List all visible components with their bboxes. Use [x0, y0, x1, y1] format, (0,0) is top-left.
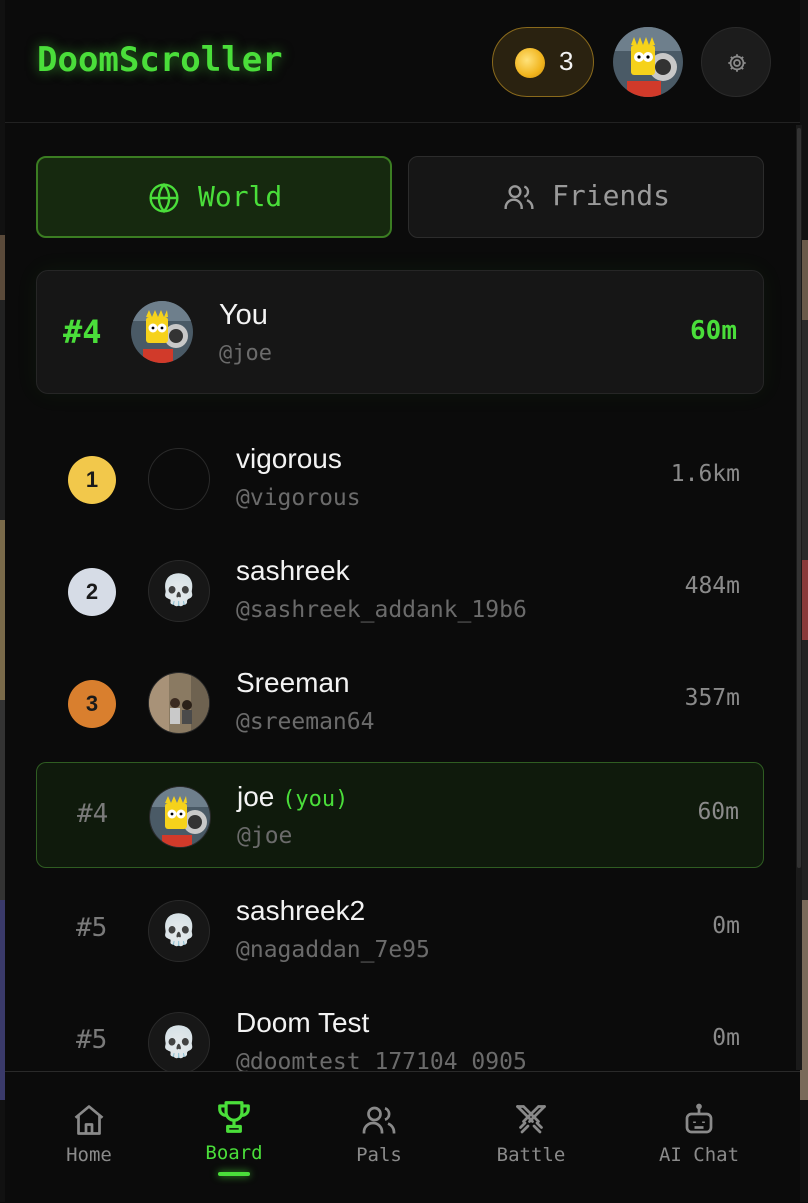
rank-number: #4 — [77, 799, 109, 829]
nav-home-label: Home — [66, 1144, 112, 1166]
nav-board[interactable]: Board — [174, 1098, 294, 1176]
tab-world-label: World — [198, 180, 283, 213]
user-name: sashreek2 — [236, 895, 366, 926]
users-icon — [362, 1106, 396, 1134]
app-header: DoomScroller 3 — [5, 0, 800, 123]
tab-friends[interactable]: Friends — [408, 156, 764, 238]
my-distance: 60m — [690, 316, 737, 346]
settings-button[interactable] — [701, 27, 771, 97]
swords-icon — [516, 1105, 546, 1134]
my-name: You — [219, 299, 268, 331]
skull-avatar: 💀 — [148, 1012, 210, 1074]
my-rank-number: #4 — [63, 313, 102, 351]
active-nav-indicator — [218, 1172, 250, 1176]
photo-avatar — [148, 672, 210, 734]
user-distance: 357m — [684, 685, 740, 711]
user-name: sashreek — [236, 555, 350, 586]
silver-medal-badge: 2 — [68, 568, 116, 616]
coin-count: 3 — [559, 46, 574, 76]
user-handle: @sashreek_addank_19b6 — [236, 597, 527, 623]
nav-ai-chat-label: AI Chat — [658, 1144, 740, 1166]
my-rank-card[interactable]: #4 You @joe 60m — [36, 270, 764, 394]
globe-icon — [149, 182, 179, 214]
nav-battle[interactable]: Battle — [471, 1102, 591, 1166]
nav-pals-label: Pals — [356, 1144, 402, 1166]
you-tag: (you) — [282, 787, 349, 812]
user-name-text: joe — [237, 781, 275, 812]
leaderboard-row[interactable]: #5 💀 sashreek2 @nagaddan_7e95 0m — [36, 877, 764, 983]
tab-friends-label: Friends — [552, 179, 671, 212]
bronze-medal-badge: 3 — [68, 680, 116, 728]
profile-avatar[interactable] — [613, 27, 683, 97]
user-distance: 484m — [684, 573, 740, 599]
my-avatar — [131, 301, 193, 363]
gold-medal-badge: 1 — [68, 456, 116, 504]
users-icon — [504, 185, 534, 209]
nav-ai-chat[interactable]: AI Chat — [639, 1102, 759, 1166]
user-distance: 1.6km — [670, 461, 740, 487]
leaderboard-row[interactable]: 1 vigorous @vigorous 1.6km — [36, 425, 764, 531]
user-handle: @sreeman64 — [236, 709, 375, 735]
tab-world[interactable]: World — [36, 156, 392, 238]
user-distance: 60m — [697, 799, 739, 825]
user-distance: 0m — [712, 1025, 740, 1051]
skull-avatar: 💀 — [148, 900, 210, 962]
nav-pals[interactable]: Pals — [319, 1102, 439, 1166]
user-name: Sreeman — [236, 667, 350, 698]
rank-number: #5 — [76, 1025, 108, 1055]
scrollbar-thumb[interactable] — [797, 128, 801, 868]
cartoon-avatar — [149, 786, 211, 848]
home-icon — [74, 1105, 104, 1135]
my-handle: @joe — [219, 341, 272, 366]
user-handle: @vigorous — [236, 485, 361, 511]
user-name: vigorous — [236, 443, 342, 474]
nav-home[interactable]: Home — [29, 1102, 149, 1166]
user-name: joe (you) — [237, 781, 348, 813]
leaderboard-row[interactable]: 3 Sreeman @sreeman64 357m — [36, 649, 764, 755]
trophy-icon — [218, 1101, 250, 1133]
user-name: Doom Test — [236, 1007, 370, 1038]
avatar — [148, 448, 210, 510]
leaderboard-row[interactable]: 2 💀 sashreek @sashreek_addank_19b6 484m — [36, 537, 764, 643]
nav-board-label: Board — [205, 1142, 263, 1164]
rank-number: #5 — [76, 913, 108, 943]
skull-avatar: 💀 — [148, 560, 210, 622]
app-title: DoomScroller — [37, 40, 283, 80]
nav-battle-label: Battle — [496, 1144, 566, 1166]
user-distance: 0m — [712, 913, 740, 939]
user-handle: @nagaddan_7e95 — [236, 937, 430, 963]
user-handle: @joe — [237, 823, 293, 849]
bot-icon — [685, 1103, 713, 1134]
gear-icon — [728, 54, 746, 72]
coin-balance-pill[interactable]: 3 — [492, 27, 594, 97]
bottom-nav: Home Board Pals Battle AI Chat — [5, 1071, 800, 1203]
coin-icon — [515, 48, 545, 78]
leaderboard-row-current-user[interactable]: #4 joe (you) @joe 60m — [36, 762, 764, 868]
